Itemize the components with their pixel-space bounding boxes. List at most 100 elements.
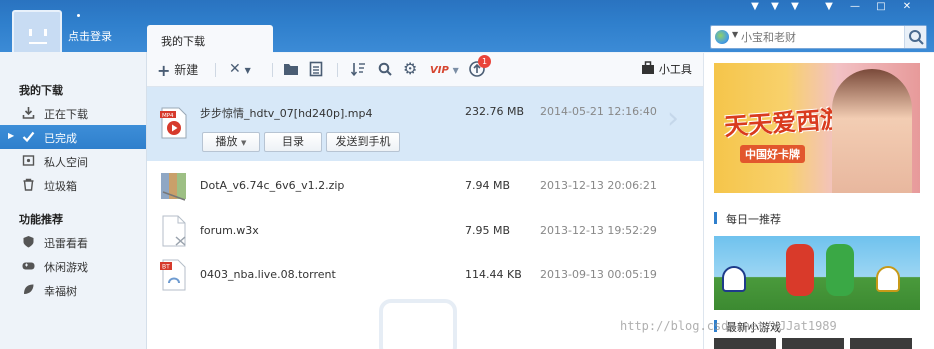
gamepad-icon [22,262,35,270]
search-input[interactable] [741,29,901,45]
daily-recommend-image[interactable] [714,236,920,310]
watermark-text: http://blog.csdn.net/YJJat1989 [620,319,837,333]
divider [272,63,273,77]
shirt-icon[interactable]: ▼ [745,0,765,14]
table-row[interactable]: forum.w3x 7.95 MB 2013-12-13 19:52:29 [147,207,703,251]
file-name: DotA_v6.74c_6v6_v1.2.zip [200,179,345,192]
sidebar-item-private-space[interactable]: 私人空间 [0,149,146,173]
skin-buttons: ▼ ▼ ▼ [745,0,805,14]
sidebar-item-downloading[interactable]: 正在下载 [0,101,146,125]
new-task-button[interactable]: + 新建 [157,61,199,80]
plus-icon: + [157,61,171,80]
sidebar-item-label: 迅雷看看 [44,237,88,250]
shirt-icon[interactable]: ▼ [765,0,785,14]
recommend-panel: 天天爱西游 中国好卡牌 每日一推荐 最新小游戏 [703,53,934,349]
notification-badge: 1 [478,55,491,68]
divider [215,63,216,77]
empty-clock-watermark [379,299,457,349]
game-thumbnail[interactable] [714,338,776,349]
toolbar: + 新建 ✕ ▼ ⚙ VIP ▼ 1 小工具 [147,53,703,87]
daily-recommend-title: 每日一推荐 [714,211,781,227]
chevron-right-icon[interactable]: › [667,101,679,136]
avatar-mouth [29,42,47,44]
generic-file-icon [162,215,186,247]
video-file-icon: MP4 [160,107,187,139]
new-task-label: 新建 [174,63,199,77]
settings-icon[interactable]: ⚙ [403,59,417,78]
chevron-down-icon: ▼ [244,66,251,75]
sidebar-item-happy-tree[interactable]: 幸福树 [0,278,146,302]
download-icon [22,107,35,119]
table-row[interactable]: MP4 步步惊情_hdtv_07[hd240p].mp4 232.76 MB 2… [147,87,703,161]
search-button[interactable] [904,26,926,48]
login-link[interactable]: 点击登录 [68,28,112,44]
vip-icon: VIP [430,65,449,76]
file-name: forum.w3x [200,224,259,237]
minimize-icon[interactable]: — [842,0,868,14]
file-date: 2013-12-13 20:06:21 [540,179,657,192]
shield-icon [23,236,34,248]
file-type-tag: MP4 [162,113,174,119]
banner-subtitle: 中国好卡牌 [740,145,805,163]
chevron-down-icon: ▼ [452,66,459,75]
shirt-icon[interactable]: ▼ [785,0,805,14]
sidebar-item-label: 私人空间 [44,156,88,169]
send-to-phone-button[interactable]: 发送到手机 [326,132,400,152]
chevron-down-icon: ▼ [241,139,247,147]
banner-title: 天天爱西游 [723,104,846,142]
game-thumbnail[interactable] [850,338,912,349]
sidebar-item-label: 正在下载 [44,108,88,121]
status-dot [77,14,80,17]
window-controls: ▼ — □ ✕ [816,0,920,14]
table-row[interactable]: BT 0403_nba.live.08.torrent 114.44 KB 20… [147,251,703,295]
leaf-icon [24,284,34,294]
avatar-eye [44,29,47,36]
file-type-tag: BT [162,264,170,271]
browser-icon[interactable] [715,30,729,44]
trash-icon [23,178,34,191]
file-name: 步步惊情_hdtv_07[hd240p].mp4 [200,107,373,120]
vip-button[interactable]: VIP ▼ [430,62,459,80]
document-icon[interactable] [309,61,323,79]
file-date: 2013-09-13 00:05:19 [540,268,657,281]
open-folder-button[interactable]: 目录 [264,132,322,152]
delete-icon: ✕ [229,61,241,77]
tools-label: 小工具 [658,63,692,76]
file-name: 0403_nba.live.08.torrent [200,268,336,281]
sidebar-item-completed[interactable]: ▶ 已完成 [0,125,146,149]
luigi-figure [826,244,854,296]
check-icon [22,131,35,143]
sidebar-item-label: 垃圾箱 [44,180,77,193]
tools-button[interactable]: 小工具 [641,61,692,79]
banner-character [832,69,912,193]
game-thumbnails [714,338,920,349]
archive-file-icon [161,173,186,201]
mario-figure [786,244,814,296]
section-title-downloads: 我的下载 [19,84,63,97]
menu-icon[interactable]: ▼ [816,0,842,14]
chevron-down-icon[interactable]: ▼ [732,30,738,39]
mushroom-figure [722,266,746,292]
section-title-features: 功能推荐 [19,213,63,226]
search-icon[interactable] [378,62,392,80]
private-space-icon [22,155,35,166]
table-row[interactable]: DotA_v6.74c_6v6_v1.2.zip 7.94 MB 2013-12… [147,162,703,206]
play-button[interactable]: 播放 ▼ [202,132,260,152]
sidebar-item-trash[interactable]: 垃圾箱 [0,173,146,197]
game-thumbnail[interactable] [782,338,844,349]
maximize-icon[interactable]: □ [868,0,894,14]
sidebar-item-xunlei-kankan[interactable]: 迅雷看看 [0,230,146,254]
game-banner[interactable]: 天天爱西游 中国好卡牌 [714,63,920,193]
sidebar-item-label: 幸福树 [44,285,77,298]
sidebar-item-label: 已完成 [44,132,77,145]
sidebar-item-casual-games[interactable]: 休闲游戏 [0,254,146,278]
folder-icon[interactable] [283,62,299,80]
close-icon[interactable]: ✕ [894,0,920,14]
delete-button[interactable]: ✕ ▼ [229,61,251,79]
sort-icon[interactable] [350,61,366,79]
sidebar-item-label: 休闲游戏 [44,261,88,274]
toolbox-icon [642,61,654,74]
torrent-file-icon: BT [160,259,186,291]
tab-my-downloads[interactable]: 我的下载 [147,25,273,53]
file-size: 7.95 MB [465,224,511,237]
